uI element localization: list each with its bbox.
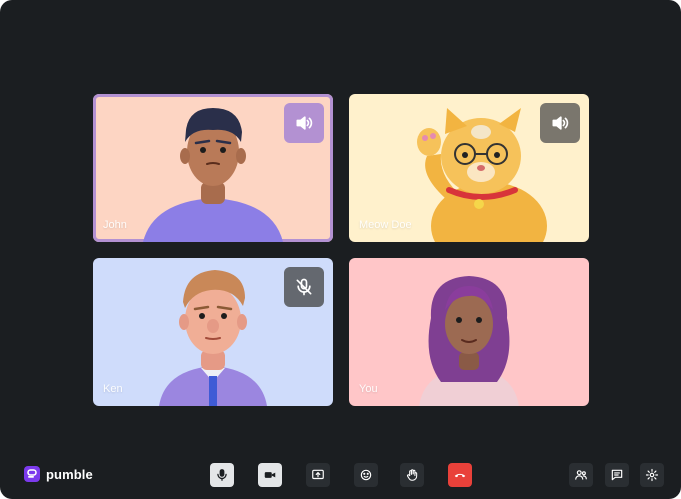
- brand: pumble: [24, 466, 93, 482]
- participants-button[interactable]: [569, 463, 593, 487]
- emoji-icon: [360, 469, 372, 481]
- raise-hand-button[interactable]: [400, 463, 424, 487]
- speaking-badge: [540, 103, 580, 143]
- leave-call-button[interactable]: [448, 463, 472, 487]
- participant-name: Meow Doe: [359, 219, 412, 231]
- microphone-icon: [217, 469, 227, 481]
- video-camera-icon: [264, 472, 276, 478]
- participant-name: Ken: [103, 383, 123, 395]
- speaker-icon: [296, 116, 313, 130]
- participants-icon: [575, 470, 587, 480]
- participant-tile-you[interactable]: You: [349, 258, 589, 406]
- chat-button[interactable]: [605, 463, 629, 487]
- gear-icon: [645, 468, 659, 482]
- camera-button[interactable]: [258, 463, 282, 487]
- meeting-window: John Meow Doe Ken You pumble: [0, 0, 681, 499]
- participant-tile-meow-doe[interactable]: Meow Doe: [349, 94, 589, 242]
- settings-button[interactable]: [640, 463, 664, 487]
- avatar-you: [419, 276, 519, 406]
- share-screen-icon: [312, 469, 324, 480]
- raise-hand-icon: [406, 469, 418, 481]
- speaking-badge: [284, 103, 324, 143]
- participant-name: You: [359, 383, 378, 395]
- pumble-logo-icon: [24, 466, 40, 482]
- microphone-muted-icon: [296, 278, 312, 296]
- muted-badge: [284, 267, 324, 307]
- participant-tile-ken[interactable]: Ken: [93, 258, 333, 406]
- chat-icon: [611, 469, 623, 481]
- emoji-button[interactable]: [354, 463, 378, 487]
- brand-name: pumble: [46, 466, 93, 482]
- speaker-icon: [552, 116, 569, 130]
- share-screen-button[interactable]: [306, 463, 330, 487]
- participant-name: John: [103, 219, 127, 231]
- hang-up-icon: [454, 473, 466, 478]
- participant-tile-john[interactable]: John: [93, 94, 333, 242]
- microphone-button[interactable]: [210, 463, 234, 487]
